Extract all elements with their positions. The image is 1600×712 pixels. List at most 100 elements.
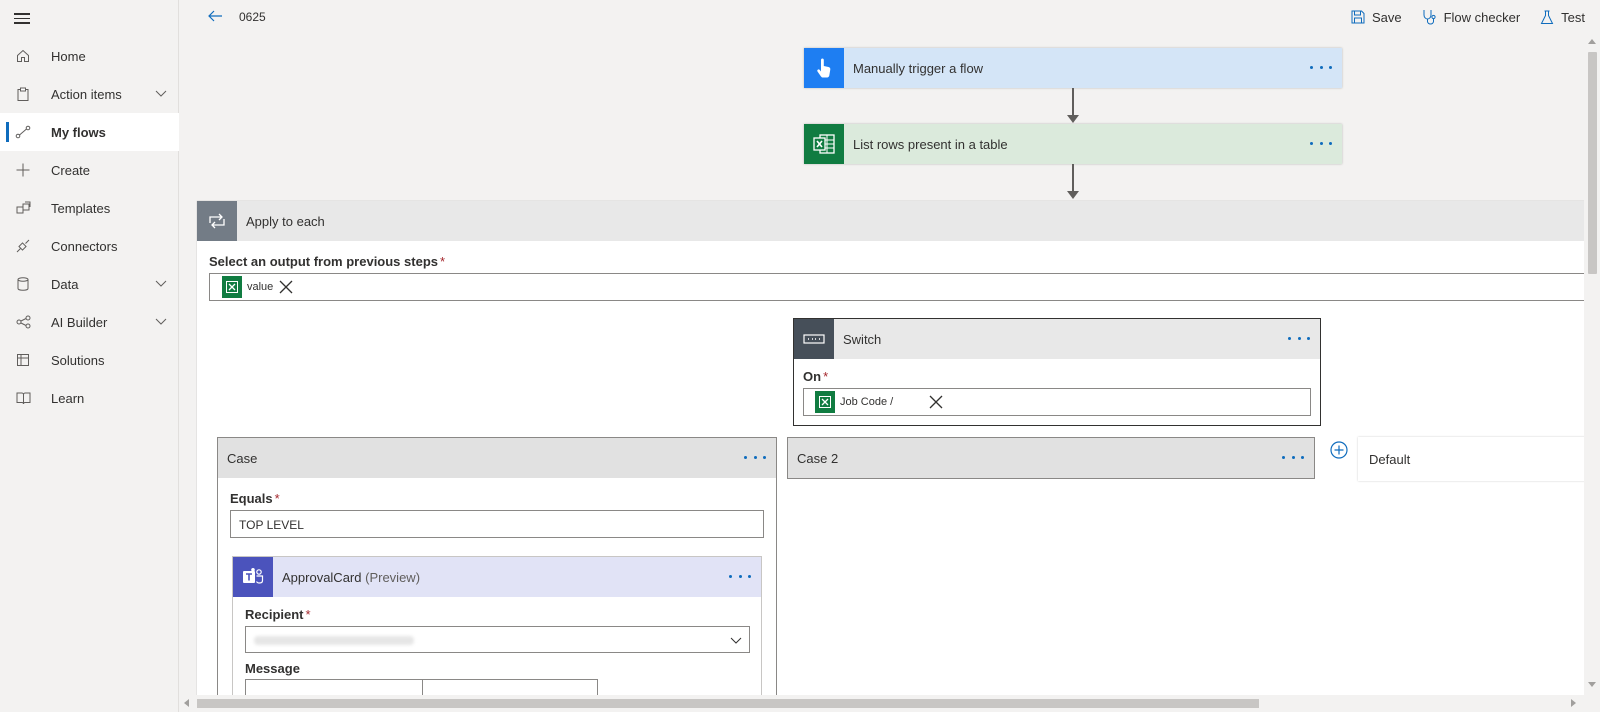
sidebar-item-label: Data — [51, 276, 79, 292]
recipient-field-label: Recipient * — [245, 607, 311, 622]
home-icon — [15, 48, 31, 64]
sidebar-item-connectors[interactable]: Connectors — [0, 227, 179, 265]
sidebar-item-action-items[interactable]: Action items — [0, 75, 179, 113]
switch-card-header[interactable]: Switch — [794, 319, 1320, 359]
apply-to-each-header[interactable]: Apply to each — [197, 201, 1584, 241]
required-asterisk: * — [440, 254, 446, 269]
list-rows-title: List rows present in a table — [853, 136, 1008, 152]
sidebar-item-ai-builder[interactable]: AI Builder — [0, 303, 179, 341]
required-asterisk: * — [305, 607, 311, 622]
flow-icon — [15, 124, 31, 140]
sidebar-item-label: Create — [51, 162, 91, 178]
case-2-card[interactable]: Case 2 — [787, 437, 1315, 479]
case-card[interactable]: Case Equals * TOP LEVEL ApprovalCard (Pre… — [217, 437, 777, 695]
switch-title: Switch — [843, 331, 882, 347]
required-asterisk: * — [823, 369, 829, 384]
list-rows-card[interactable]: List rows present in a table — [804, 124, 1342, 164]
chevron-down-icon[interactable] — [155, 277, 167, 289]
save-button[interactable]: Save — [1351, 10, 1402, 25]
job-code-token[interactable]: Job Code / — [815, 391, 943, 413]
arrow-head — [1067, 115, 1079, 123]
case-card-header[interactable]: Case — [218, 438, 776, 478]
more-options-icon[interactable] — [1310, 136, 1332, 150]
chevron-down-icon[interactable] — [155, 315, 167, 327]
remove-token-icon[interactable] — [279, 280, 293, 294]
trigger-card-header[interactable]: Manually trigger a flow — [804, 48, 1342, 88]
approval-card[interactable]: ApprovalCard (Preview) Recipient * Messag… — [232, 556, 762, 695]
sidebar-item-label: Solutions — [51, 352, 105, 368]
sidebar-item-label: Home — [51, 48, 86, 64]
sidebar-item-my-flows[interactable]: My flows — [0, 113, 179, 151]
flow-title: 0625 — [239, 10, 266, 24]
vertical-scroll-thumb[interactable] — [1588, 52, 1597, 274]
trigger-card[interactable]: Manually trigger a flow — [804, 48, 1342, 88]
scroll-down-arrow-icon[interactable] — [1588, 682, 1596, 687]
message-toolbar[interactable] — [245, 679, 598, 695]
recipient-dropdown[interactable] — [245, 626, 750, 653]
scroll-left-arrow-icon[interactable] — [184, 699, 189, 707]
scroll-right-arrow-icon[interactable] — [1571, 699, 1576, 707]
vertical-scrollbar[interactable] — [1584, 34, 1600, 695]
output-field[interactable]: value — [209, 273, 1584, 301]
excel-token-icon — [222, 276, 242, 298]
approval-card-header[interactable]: ApprovalCard (Preview) — [233, 557, 761, 597]
touch-hand-icon — [804, 48, 844, 88]
more-options-icon[interactable] — [729, 569, 751, 583]
sidebar-item-solutions[interactable]: Solutions — [0, 341, 179, 379]
test-button[interactable]: Test — [1540, 10, 1585, 25]
more-options-icon[interactable] — [744, 450, 766, 464]
horizontal-scrollbar[interactable] — [179, 695, 1584, 712]
horizontal-scroll-thumb[interactable] — [197, 699, 1259, 708]
default-case-card[interactable]: Default — [1358, 437, 1584, 481]
scroll-up-arrow-icon[interactable] — [1588, 39, 1596, 44]
default-header[interactable]: Default — [1358, 437, 1584, 481]
trigger-title: Manually trigger a flow — [853, 60, 984, 76]
teams-icon — [233, 557, 273, 597]
sidebar-item-home[interactable]: Home — [0, 37, 179, 75]
flow-checker-label: Flow checker — [1443, 9, 1521, 25]
flow-designer-canvas[interactable]: Manually trigger a flow List rows presen… — [179, 34, 1584, 695]
top-actions: Save Flow checker Test — [1331, 0, 1585, 34]
switch-card[interactable]: Switch On * Job Code / — [793, 318, 1321, 426]
connector-arrow — [1072, 164, 1074, 194]
back-arrow-icon[interactable] — [207, 8, 223, 24]
case-title: Case — [227, 450, 258, 466]
required-asterisk: * — [274, 491, 280, 506]
list-rows-card-header[interactable]: List rows present in a table — [804, 124, 1342, 164]
recipient-blurred-value — [254, 636, 414, 645]
add-case-icon[interactable] — [1330, 441, 1348, 459]
value-token[interactable]: value — [222, 276, 293, 298]
case-2-title: Case 2 — [797, 450, 839, 466]
more-options-icon[interactable] — [1282, 450, 1304, 464]
case-2-header[interactable]: Case 2 — [788, 438, 1314, 478]
more-options-icon[interactable] — [1310, 60, 1332, 74]
hamburger-menu-icon[interactable] — [14, 10, 30, 24]
remove-token-icon[interactable] — [929, 395, 943, 409]
equals-input[interactable]: TOP LEVEL — [230, 510, 764, 538]
sidebar-item-create[interactable]: Create — [0, 151, 179, 189]
flow-checker-button[interactable]: Flow checker — [1422, 9, 1521, 25]
job-code-token-text: Job Code / — [840, 396, 894, 408]
equals-value: TOP LEVEL — [239, 518, 304, 532]
sidebar-item-learn[interactable]: Learn — [0, 379, 179, 417]
sidebar-item-data[interactable]: Data — [0, 265, 179, 303]
output-field-label-text: Select an output from previous steps — [209, 254, 438, 269]
more-options-icon[interactable] — [1288, 331, 1310, 345]
output-field-label: Select an output from previous steps * — [209, 254, 445, 269]
solutions-icon — [15, 352, 31, 368]
templates-icon — [15, 200, 31, 216]
on-field[interactable]: Job Code / — [803, 388, 1311, 416]
arrow-head — [1067, 191, 1079, 199]
apply-to-each-title: Apply to each — [246, 213, 325, 229]
sidebar-item-label: Learn — [51, 390, 85, 406]
chevron-down-icon[interactable] — [155, 87, 167, 99]
book-icon — [15, 390, 31, 406]
plus-icon — [15, 162, 31, 178]
chevron-down-icon[interactable] — [730, 634, 742, 649]
connector-arrow — [1072, 88, 1074, 118]
sidebar-item-templates[interactable]: Templates — [0, 189, 179, 227]
approval-title-text: ApprovalCard — [282, 569, 362, 585]
sidebar-item-label: Templates — [51, 200, 111, 216]
clipboard-icon — [15, 86, 31, 102]
apply-to-each-container[interactable]: Apply to each Select an output from prev… — [197, 201, 1584, 695]
